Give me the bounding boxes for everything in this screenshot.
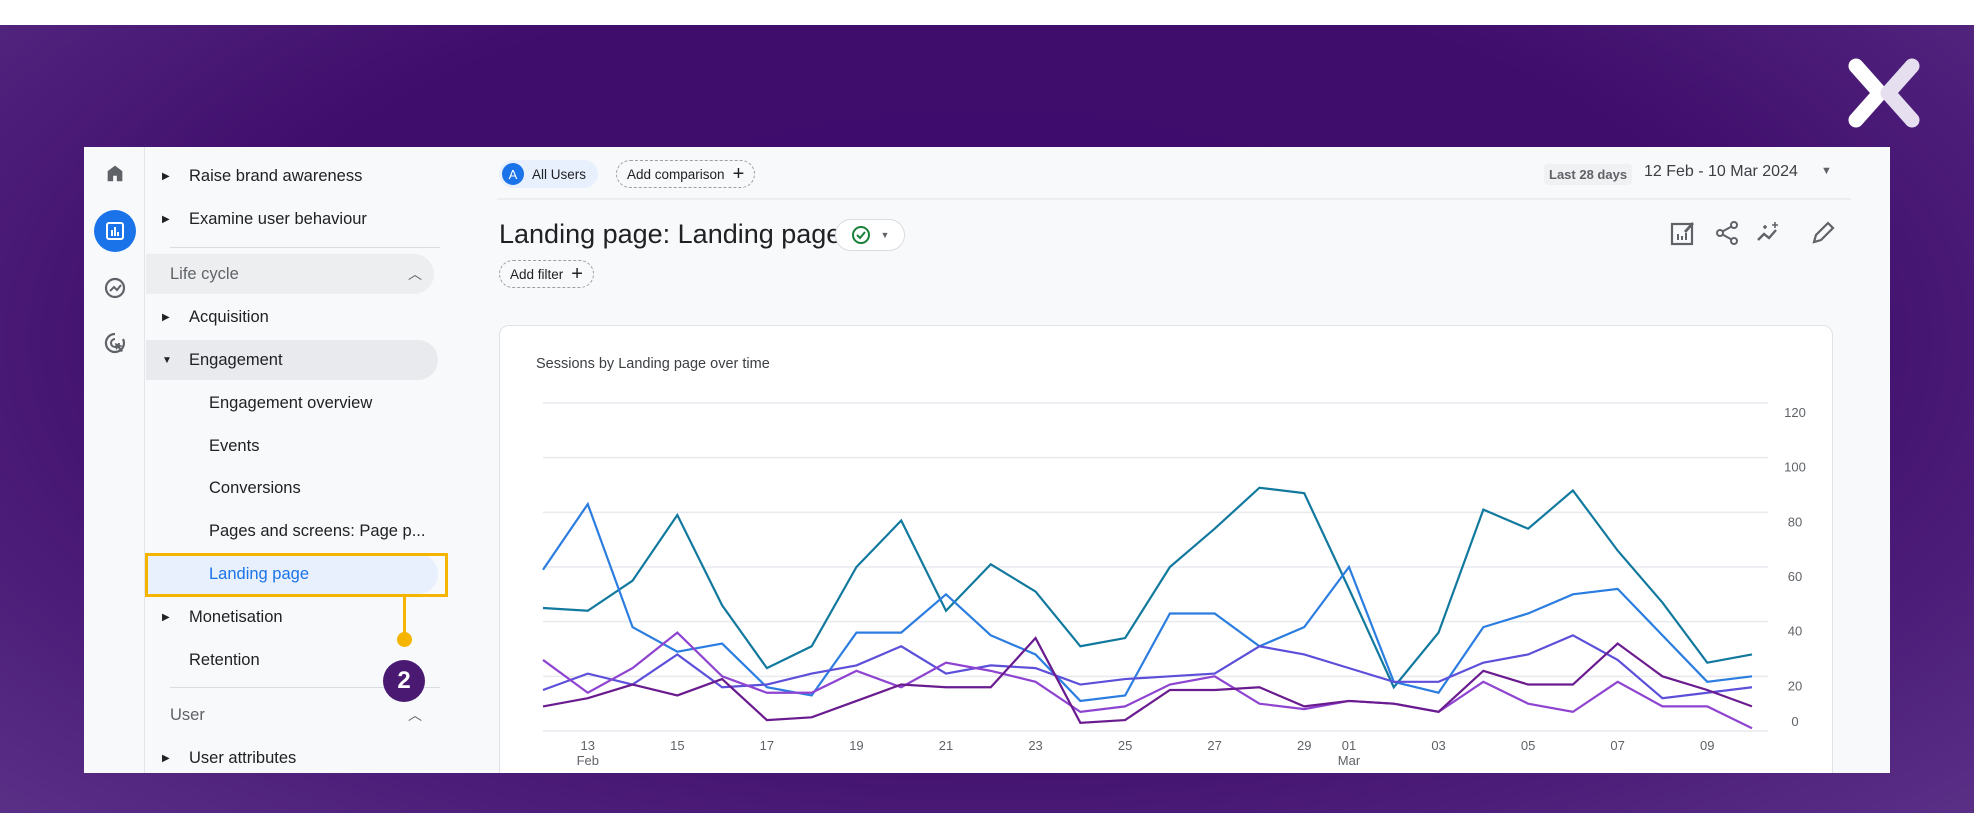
x-tick-label: 01 [1342, 738, 1356, 753]
x-tick-label: 09 [1700, 738, 1714, 753]
x-tick-sublabel: Feb [577, 753, 599, 768]
y-tick-label: 20 [1788, 678, 1802, 693]
x-tick-label: 29 [1297, 738, 1311, 753]
y-tick-label: 40 [1788, 624, 1802, 639]
x-tick-label: 07 [1610, 738, 1624, 753]
x-tick-label: 21 [939, 738, 953, 753]
x-tick-label: 27 [1207, 738, 1221, 753]
y-tick-label: 100 [1784, 460, 1806, 475]
x-tick-label: 17 [760, 738, 774, 753]
x-tick-label: 03 [1431, 738, 1445, 753]
x-tick-label: 15 [670, 738, 684, 753]
x-tick-label: 23 [1028, 738, 1042, 753]
x-tick-label: 19 [849, 738, 863, 753]
sessions-line-chart: 0 20 40 60 80 100 120 13Feb 15 17 19 21 23 25 27 29 01Ma… [542, 402, 1806, 768]
series-line-5 [542, 636, 1753, 724]
x-tick-sublabel: Mar [1338, 753, 1361, 768]
y-tick-label: 80 [1788, 514, 1802, 529]
x-tick-label: 25 [1118, 738, 1132, 753]
y-tick-label: 60 [1788, 569, 1802, 584]
y-tick-label: 0 [1791, 714, 1798, 729]
x-tick-label: 05 [1521, 738, 1535, 753]
series-line-1 [542, 486, 1753, 690]
x-tick-label: 13 [581, 738, 595, 753]
y-tick-label: 120 [1784, 405, 1806, 420]
